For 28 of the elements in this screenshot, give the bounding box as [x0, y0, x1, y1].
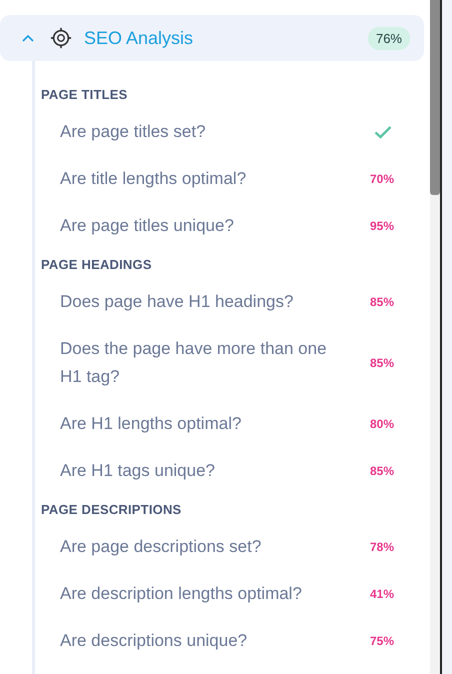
check-label[interactable]: Are title lengths optimal?: [60, 165, 370, 193]
group-heading: PAGE DESCRIPTIONS: [40, 501, 182, 519]
checkmark-icon: [374, 125, 392, 139]
group-heading: PAGE HEADINGS: [40, 256, 153, 274]
score-value: 70%: [370, 172, 394, 186]
check-label[interactable]: Are H1 lengths optimal?: [60, 410, 370, 438]
score-value: 75%: [370, 634, 394, 648]
check-label[interactable]: Does page have H1 headings?: [60, 288, 370, 316]
score-value: 85%: [370, 295, 394, 309]
group-heading: PAGE TITLES: [40, 86, 128, 104]
score-badge: 76%: [368, 26, 410, 50]
target-icon: [50, 27, 72, 49]
check-label[interactable]: Are page titles set?: [60, 118, 374, 146]
check-label[interactable]: Are descriptions unique?: [60, 627, 370, 655]
score-value: 80%: [370, 417, 394, 431]
score-value: 85%: [370, 464, 394, 478]
section-header[interactable]: SEO Analysis 76%: [0, 15, 424, 61]
check-label[interactable]: Does the page have more than one H1 tag?: [60, 335, 370, 391]
score-value: 85%: [370, 356, 394, 370]
score-value: 41%: [370, 587, 394, 601]
check-label[interactable]: Are description lengths optimal?: [60, 580, 370, 608]
section-title: SEO Analysis: [84, 28, 194, 48]
score-value: 78%: [370, 540, 394, 554]
scrollbar-thumb[interactable]: [430, 0, 440, 195]
check-label[interactable]: Are H1 tags unique?: [60, 457, 370, 485]
check-label[interactable]: Are page titles unique?: [60, 212, 370, 240]
check-label[interactable]: Are page descriptions set?: [60, 533, 370, 561]
score-value: 95%: [370, 219, 394, 233]
